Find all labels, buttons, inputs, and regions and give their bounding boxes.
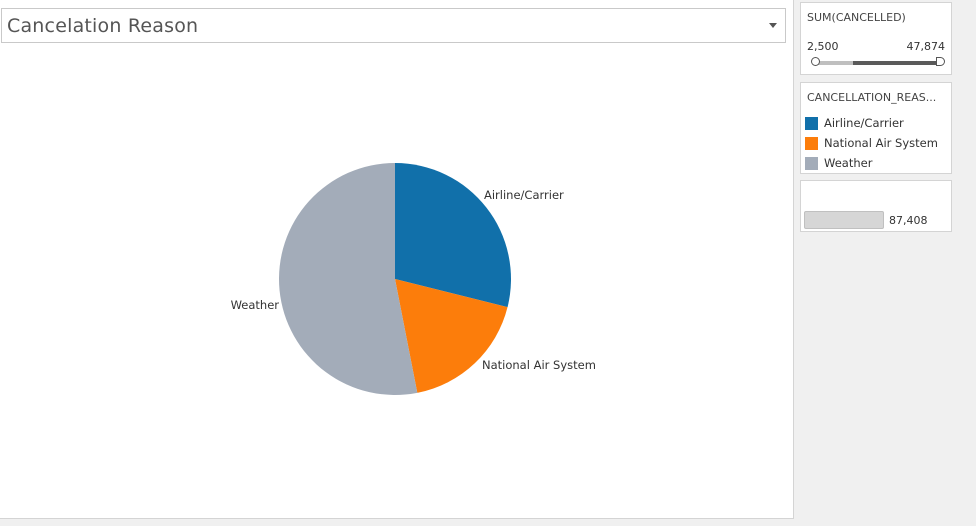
legend-label: Weather bbox=[824, 156, 873, 170]
legend-label: Airline/Carrier bbox=[824, 116, 904, 130]
legend-swatch bbox=[805, 157, 818, 170]
filter-title: SUM(CANCELLED) bbox=[807, 11, 906, 24]
range-min-label: 2,500 bbox=[807, 40, 839, 53]
range-slider[interactable] bbox=[811, 57, 945, 66]
legend-swatch bbox=[805, 117, 818, 130]
legend-title: CANCELLATION_REAS... bbox=[807, 91, 937, 104]
pie-label: Weather bbox=[231, 298, 280, 312]
side-panel: SUM(CANCELLED) 2,500 47,874 CANCELLATION… bbox=[794, 0, 976, 526]
pie-label: National Air System bbox=[482, 358, 596, 372]
reason-selector[interactable]: Cancelation Reason bbox=[1, 8, 786, 43]
parameter-slider[interactable] bbox=[804, 211, 884, 229]
legend-swatch bbox=[805, 137, 818, 150]
range-filter-card: SUM(CANCELLED) 2,500 47,874 bbox=[800, 2, 952, 75]
legend-label: National Air System bbox=[824, 136, 938, 150]
parameter-value: 87,408 bbox=[889, 214, 928, 227]
range-slider-max-handle[interactable] bbox=[936, 57, 945, 66]
chart-area: Cancelation Reason Airline/Carrier Nation… bbox=[0, 0, 794, 519]
legend-card: CANCELLATION_REAS... Airline/Carrier Nat… bbox=[800, 82, 952, 174]
parameter-card: 87,408 bbox=[800, 180, 952, 232]
pie-chart: Airline/Carrier National Air System Weathe… bbox=[231, 163, 596, 395]
range-slider-min-handle[interactable] bbox=[811, 57, 820, 66]
range-max-label: 47,874 bbox=[906, 40, 946, 53]
pie-label: Airline/Carrier bbox=[484, 188, 564, 202]
page-title: Cancelation Reason bbox=[7, 15, 199, 37]
chevron-down-icon[interactable] bbox=[769, 23, 777, 28]
range-slider-fill bbox=[852, 61, 941, 65]
